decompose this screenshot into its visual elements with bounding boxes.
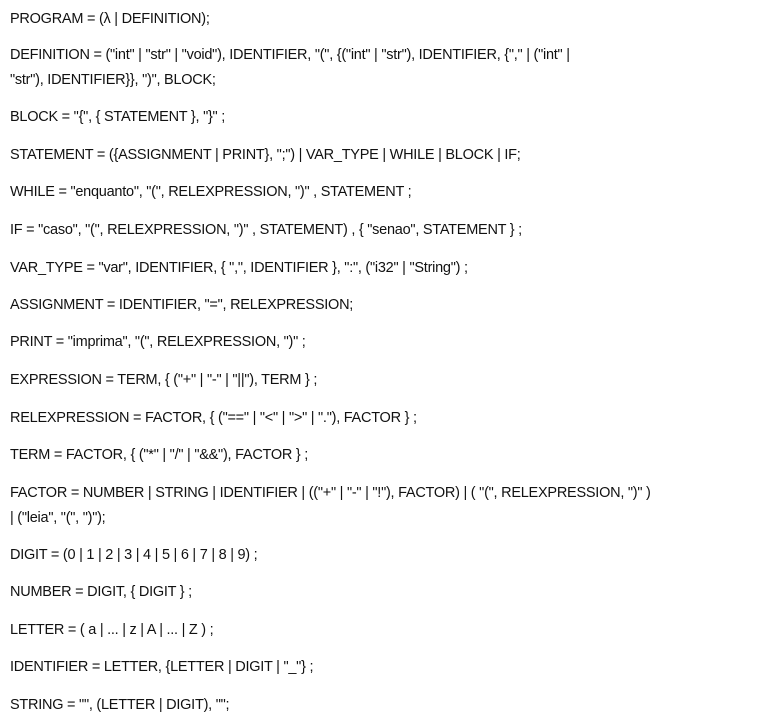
grammar-rule: WHILE = "enquanto", "(", RELEXPRESSION, … (10, 180, 412, 205)
grammar-rule-line: LETTER = ( a | ... | z | A | ... | Z ) ; (10, 622, 214, 638)
grammar-rule: NUMBER = DIGIT, { DIGIT } ; (10, 580, 192, 605)
grammar-rule: IF = "caso", "(", RELEXPRESSION, ")" , S… (10, 218, 522, 243)
grammar-rule-line: NUMBER = DIGIT, { DIGIT } ; (10, 584, 192, 600)
grammar-rule-line: VAR_TYPE = "var", IDENTIFIER, { ",", IDE… (10, 260, 468, 276)
grammar-rule: BLOCK = "{", { STATEMENT }, "}" ; (10, 105, 225, 130)
grammar-rule: ASSIGNMENT = IDENTIFIER, "=", RELEXPRESS… (10, 293, 353, 318)
grammar-rule: LETTER = ( a | ... | z | A | ... | Z ) ; (10, 618, 214, 643)
grammar-rule-line: FACTOR = NUMBER | STRING | IDENTIFIER | … (10, 485, 651, 501)
grammar-rule-line: WHILE = "enquanto", "(", RELEXPRESSION, … (10, 184, 412, 200)
grammar-rule: STRING = "", (LETTER | DIGIT), ""; (10, 693, 230, 718)
grammar-rule-line: PROGRAM = (λ | DEFINITION); (10, 11, 210, 27)
grammar-rule-line: IF = "caso", "(", RELEXPRESSION, ")" , S… (10, 222, 522, 238)
grammar-rule-line: TERM = FACTOR, { ("*" | "/" | "&&"), FAC… (10, 447, 309, 463)
grammar-rule: IDENTIFIER = LETTER, {LETTER | DIGIT | "… (10, 655, 313, 680)
grammar-rule-line: | ("leia", "(", ")"); (10, 510, 106, 526)
grammar-rule-line: IDENTIFIER = LETTER, {LETTER | DIGIT | "… (10, 659, 314, 675)
grammar-rule-line: EXPRESSION = TERM, { ("+" | "-" | "||"),… (10, 372, 318, 388)
grammar-rule-line: RELEXPRESSION = FACTOR, { ("==" | "<" | … (10, 410, 417, 426)
grammar-rule-line: PRINT = "imprima", "(", RELEXPRESSION, "… (10, 334, 306, 350)
grammar-rule: EXPRESSION = TERM, { ("+" | "-" | "||"),… (10, 368, 317, 393)
grammar-rule-line: "str"), IDENTIFIER}}, ")", BLOCK; (10, 72, 216, 88)
grammar-rule: FACTOR = NUMBER | STRING | IDENTIFIER | … (10, 481, 651, 531)
grammar-rule: PRINT = "imprima", "(", RELEXPRESSION, "… (10, 330, 306, 355)
grammar-rule-line: DIGIT = (0 | 1 | 2 | 3 | 4 | 5 | 6 | 7 |… (10, 547, 258, 563)
grammar-rule-line: STATEMENT = ({ASSIGNMENT | PRINT}, ";") … (10, 147, 521, 163)
grammar-rule: PROGRAM = (λ | DEFINITION); (10, 7, 210, 32)
grammar-rule-line: STRING = "", (LETTER | DIGIT), ""; (10, 697, 230, 713)
grammar-rule-line: BLOCK = "{", { STATEMENT }, "}" ; (10, 109, 226, 125)
grammar-rule: TERM = FACTOR, { ("*" | "/" | "&&"), FAC… (10, 443, 308, 468)
grammar-rule-line: DEFINITION = ("int" | "str" | "void"), I… (10, 47, 570, 63)
grammar-rule: DEFINITION = ("int" | "str" | "void"), I… (10, 43, 570, 93)
grammar-rule: RELEXPRESSION = FACTOR, { ("==" | "<" | … (10, 406, 417, 431)
grammar-rule: VAR_TYPE = "var", IDENTIFIER, { ",", IDE… (10, 256, 468, 281)
grammar-rule: STATEMENT = ({ASSIGNMENT | PRINT}, ";") … (10, 143, 521, 168)
grammar-rule-line: ASSIGNMENT = IDENTIFIER, "=", RELEXPRESS… (10, 297, 354, 313)
grammar-rule: DIGIT = (0 | 1 | 2 | 3 | 4 | 5 | 6 | 7 |… (10, 543, 258, 568)
